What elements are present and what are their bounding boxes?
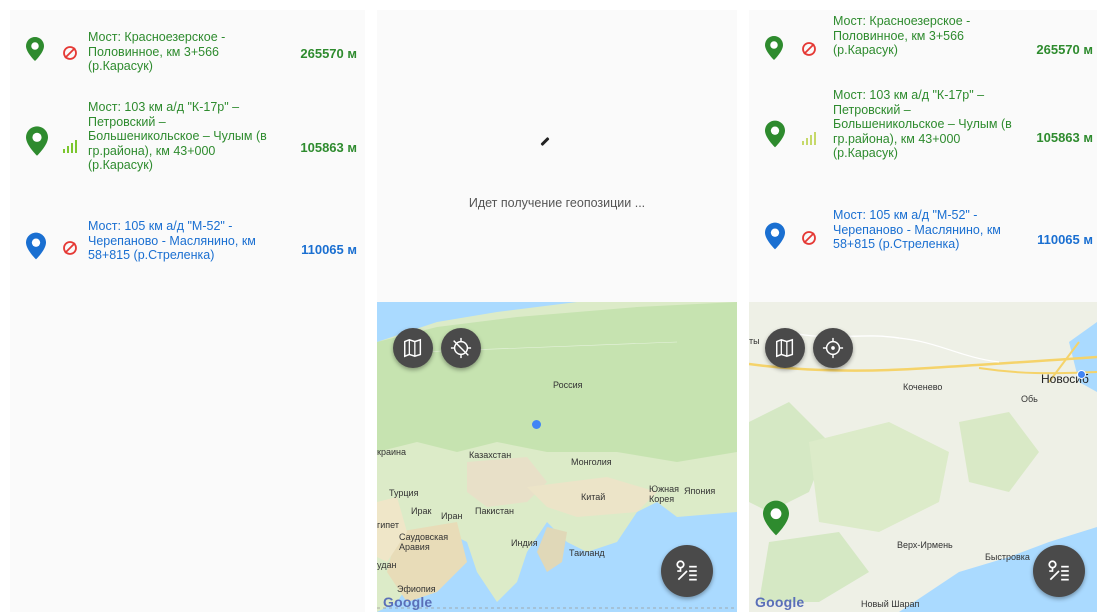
map-label: ты xyxy=(749,336,760,346)
map-label: удан xyxy=(377,560,397,570)
loading-spinner xyxy=(540,136,550,147)
map-pin-icon xyxy=(765,120,785,148)
map-label: гипет xyxy=(377,520,400,530)
bridge-title: Мост: 105 км а/д "М-52" - Черепаново - М… xyxy=(88,219,256,262)
google-logo: Google xyxy=(755,594,805,610)
map-label: Верх-Ирмень xyxy=(897,540,953,550)
map-pin-icon xyxy=(765,222,785,250)
local-map[interactable]: ты Новосиб Обь Коченево Верх-Ирмень Быст… xyxy=(749,302,1097,612)
bridge-list-panel: Мост: Красноезерское - Половинное, км 3+… xyxy=(10,10,365,612)
map-label: Саудовская Аравия xyxy=(399,532,449,552)
bridge-title: Мост: 103 км а/д "К-17р" – Петровский – … xyxy=(88,100,267,172)
geolocation-panel: Идет получение геопозиции ... Россия кра… xyxy=(377,10,737,612)
current-location-dot xyxy=(1077,370,1086,379)
map-label: Быстровка xyxy=(985,552,1030,562)
bridge-distance: 110065 м xyxy=(301,242,357,257)
world-map[interactable]: Россия краина Казахстан Монголия Турция … xyxy=(377,302,737,612)
loading-text: Идет получение геопозиции ... xyxy=(468,196,646,210)
map-label: Ирак xyxy=(411,506,432,516)
map-label: Россия xyxy=(553,380,583,390)
bridge-distance: 265570 м xyxy=(300,46,357,61)
bridge-marker-icon[interactable] xyxy=(763,500,789,536)
list-item[interactable]: Мост: 105 км а/д "М-52" - Черепаново - М… xyxy=(10,216,365,268)
map-type-button[interactable] xyxy=(765,328,805,368)
map-pin-icon xyxy=(26,126,48,156)
map-label: Казахстан xyxy=(469,450,512,460)
bridge-map-panel: Мост: Красноезерское - Половинное, км 3+… xyxy=(749,10,1097,612)
map-label: Индия xyxy=(511,538,538,548)
map-label: Турция xyxy=(389,488,419,498)
map-pin-icon xyxy=(765,36,783,60)
map-icon xyxy=(404,338,422,358)
no-signal-icon xyxy=(63,241,77,255)
map-label: Коченево xyxy=(903,382,943,392)
map-label: Монголия xyxy=(571,457,612,467)
map-type-button[interactable] xyxy=(393,328,433,368)
signal-strength-icon xyxy=(63,140,77,153)
map-label: Китай xyxy=(581,492,606,502)
map-pin-icon xyxy=(26,37,44,61)
list-item[interactable]: Мост: Красноезерское - Половинное, км 3+… xyxy=(10,26,365,78)
map-label: краина xyxy=(377,447,406,457)
map-label: Обь xyxy=(1021,394,1038,404)
route-list-icon xyxy=(676,560,697,581)
location-disabled-button[interactable] xyxy=(441,328,481,368)
map-label: Южная Корея xyxy=(649,484,679,504)
list-item[interactable]: Мост: 103 км а/д "К-17р" – Петровский – … xyxy=(749,88,1097,170)
no-signal-icon xyxy=(63,46,77,60)
bridge-distance: 110065 м xyxy=(1037,232,1093,247)
map-label: Новый Шарап xyxy=(861,599,920,609)
bridge-title: Мост: 103 км а/д "К-17р" – Петровский – … xyxy=(833,88,1012,160)
list-item[interactable]: Мост: 105 км а/д "М-52" - Черепаново - М… xyxy=(749,206,1097,258)
map-label: Пакистан xyxy=(475,506,514,516)
bridge-distance: 105863 м xyxy=(1036,130,1093,145)
no-signal-icon xyxy=(802,231,816,245)
crosshair-icon xyxy=(822,337,844,359)
no-signal-icon xyxy=(802,42,816,56)
map-pin-icon xyxy=(26,232,46,260)
list-item[interactable]: Мост: Красноезерское - Половинное, км 3+… xyxy=(749,14,1097,66)
my-location-button[interactable] xyxy=(813,328,853,368)
route-button[interactable] xyxy=(661,545,713,597)
list-item[interactable]: Мост: 103 км а/д "К-17р" – Петровский – … xyxy=(10,100,365,182)
signal-strength-icon xyxy=(802,132,816,145)
bridge-distance: 105863 м xyxy=(300,140,357,155)
map-icon xyxy=(776,338,794,358)
current-location-dot xyxy=(532,420,541,429)
map-label: Таиланд xyxy=(569,548,605,558)
route-list-icon xyxy=(1048,560,1069,581)
route-button[interactable] xyxy=(1033,545,1085,597)
bridge-title: Мост: Красноезерское - Половинное, км 3+… xyxy=(833,14,971,57)
map-label: Эфиопия xyxy=(397,584,436,594)
map-label: Иран xyxy=(441,511,463,521)
bridge-title: Мост: 105 км а/д "М-52" - Черепаново - М… xyxy=(833,208,1001,251)
location-off-icon xyxy=(450,337,472,359)
google-logo: Google xyxy=(383,594,433,610)
bridge-distance: 265570 м xyxy=(1036,42,1093,57)
bridge-title: Мост: Красноезерское - Половинное, км 3+… xyxy=(88,30,226,73)
map-label: Япония xyxy=(684,486,716,496)
